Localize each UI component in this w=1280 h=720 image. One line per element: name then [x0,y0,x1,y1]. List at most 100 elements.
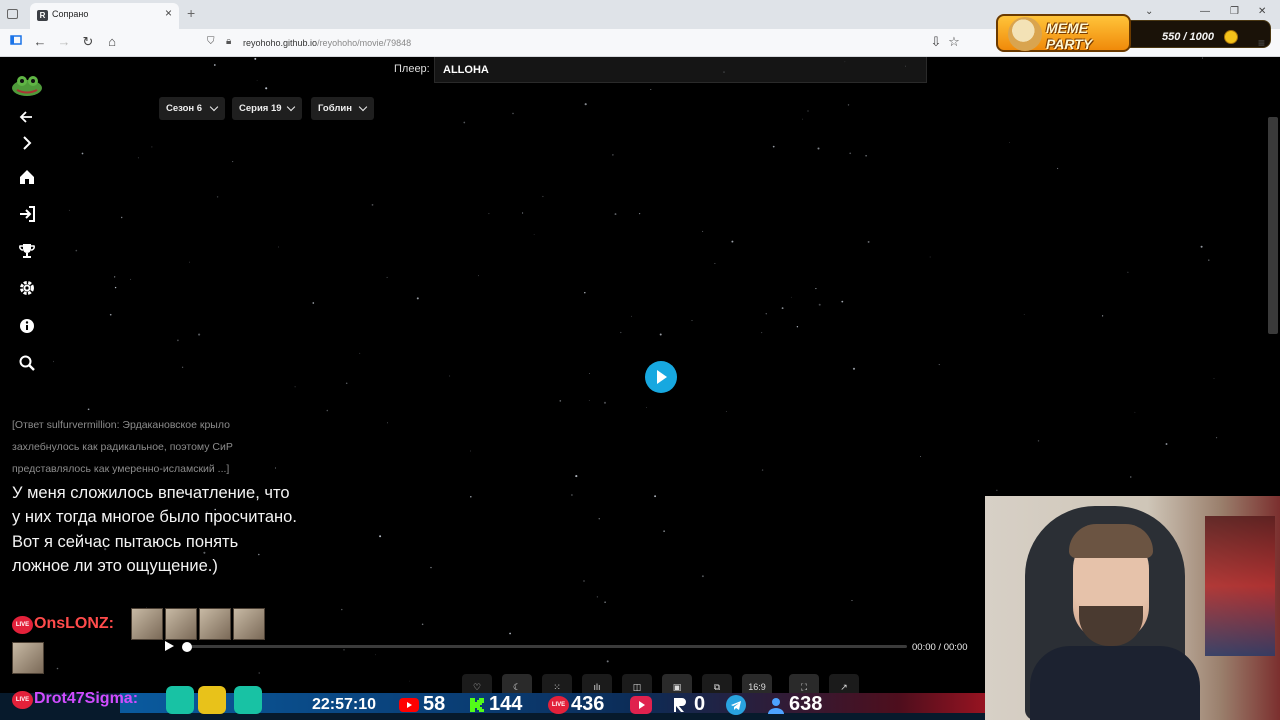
star [659,333,662,336]
star [790,296,792,298]
shield-icon[interactable]: ⛉ [207,36,215,47]
coin-icon [1224,30,1238,44]
star [379,535,382,538]
back-icon[interactable]: ← [32,34,48,50]
star [470,496,472,498]
trophy-icon[interactable] [17,241,37,261]
star [1208,259,1210,261]
star [905,65,906,67]
star [588,373,590,374]
star [109,313,112,316]
browser-menu-icon[interactable]: ≡ [1258,36,1265,50]
star [265,87,268,90]
star [1213,378,1215,379]
gear-icon[interactable] [17,278,37,298]
star [488,213,490,215]
play-button[interactable] [645,361,677,393]
control-play-button[interactable] [164,640,176,653]
star [452,73,454,75]
new-tab-icon[interactable]: + [187,5,195,21]
tab-title: Сопрано [52,9,89,19]
viewers-count: 638 [789,693,823,715]
star [852,367,856,370]
star [631,315,632,317]
star [570,494,573,496]
star [294,386,296,388]
star [583,580,585,582]
star [1009,141,1011,143]
star [256,80,258,81]
star [512,112,514,115]
star [867,240,870,243]
star [1130,476,1132,478]
star [796,326,799,328]
star [386,422,388,424]
play-stream-icon [630,696,652,714]
tab-list-icon[interactable] [7,9,18,19]
stream-clock: 22:57:10 [312,696,377,713]
star [772,145,775,148]
star [761,332,763,334]
star [761,469,764,471]
emote-image [131,608,163,640]
star [702,230,704,232]
star [919,455,922,458]
star [130,278,132,280]
lock-icon[interactable]: 🔒︎ [226,36,231,47]
chat-username: OnsLONZ: [34,615,114,632]
chat-username: Drot47Sigma: [34,690,139,707]
star [844,61,846,63]
streamer-hair [1069,524,1153,558]
search-icon[interactable] [17,353,37,373]
bookmark-star-icon[interactable]: ☆ [946,34,962,50]
url-text: reyohoho.github.io/reyohoho/movie/79848 [243,38,411,48]
viewers-icon [768,698,784,714]
page-scrollbar[interactable] [1268,117,1278,334]
star [371,204,374,206]
star [638,212,641,215]
webcam-overlay [985,496,1280,720]
star [559,400,562,402]
star [815,288,817,290]
sidebar-toggle-icon[interactable] [8,34,24,50]
star [620,331,622,334]
download-icon[interactable]: ⇩ [928,34,944,50]
star [996,489,998,491]
star [430,566,432,569]
home-icon[interactable] [17,167,37,187]
star [1023,314,1025,315]
frog-logo[interactable] [11,73,43,97]
star [765,313,767,315]
star [232,161,234,163]
forward-icon[interactable]: → [56,34,72,50]
star [723,71,725,73]
progress-bar[interactable] [183,645,907,648]
home-icon[interactable]: ⌂ [104,34,120,50]
star [359,352,361,354]
star [56,667,59,670]
star [781,307,784,310]
star [189,261,190,263]
star [818,303,821,306]
star [1200,245,1203,248]
telegram-icon [726,695,746,715]
reload-icon[interactable]: ↻ [80,34,96,50]
star [258,672,260,674]
star [408,680,410,682]
emote-image [199,608,231,640]
vk-live-icon: LIVE [12,616,33,634]
progress-knob[interactable] [182,642,192,652]
star [865,154,867,157]
info-icon[interactable] [17,316,37,336]
star [1057,167,1059,170]
chevron-right-icon[interactable] [17,133,37,153]
back-arrow-icon[interactable] [17,107,37,127]
login-icon[interactable] [17,204,37,224]
emote-image [234,686,262,714]
browser-tab[interactable]: R Сопрано × [30,3,179,29]
url-field[interactable]: ⛉ 🔒︎ reyohoho.github.io/reyohoho/movie/7… [202,33,966,53]
star [470,450,471,452]
star [216,196,219,198]
star [68,209,70,211]
close-tab-icon[interactable]: × [165,6,172,20]
